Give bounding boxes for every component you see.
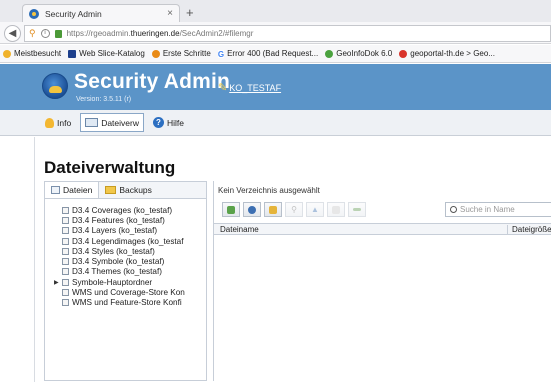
key-icon[interactable]: ⚲ [29, 28, 36, 39]
folder-icon [62, 268, 69, 276]
tree-item[interactable]: D3.4 Styles (ko_testaf) [54, 246, 206, 256]
tree-item[interactable]: D3.4 Layers (ko_testaf) [54, 226, 206, 236]
geoportal-icon [399, 49, 408, 58]
bookmark-web-slice[interactable]: Web Slice-Katalog [68, 49, 145, 58]
bookmark-error-400[interactable]: G Error 400 (Bad Request... [217, 49, 318, 59]
download-button[interactable] [327, 202, 345, 217]
browser-tab[interactable]: Security Admin × [22, 4, 180, 22]
security-admin-logo-icon [42, 73, 68, 99]
settings-button[interactable] [243, 202, 261, 217]
search-box[interactable] [445, 202, 551, 217]
security-admin-favicon-icon [29, 8, 39, 19]
firststeps-icon [151, 49, 160, 58]
tab-dateien[interactable]: Dateien [45, 182, 100, 198]
tree-item[interactable]: WMS und Coverage-Store Kon [54, 287, 206, 297]
lock-icon[interactable] [54, 29, 62, 38]
browser-navbar: ◀ ⚲ i https://rgeoadmin.thueringen.de/Se… [0, 22, 551, 44]
column-dateiname[interactable]: Dateiname [220, 225, 259, 234]
tree-item[interactable]: D3.4 Symbole (ko_testaf) [54, 256, 206, 266]
folder-icon [62, 258, 69, 266]
delete-button[interactable] [348, 202, 366, 217]
tree-item[interactable]: D3.4 Features (ko_testaf) [54, 215, 206, 225]
app-version: Version: 3.5.11 (r) [76, 96, 132, 103]
file-toolbar: ⚲ ▲ [222, 202, 366, 217]
file-tree-panel: Dateien Backups D3.4 Coverages (ko_testa… [44, 181, 207, 381]
bookmark-geoinfodok[interactable]: GeoInfoDok 6.0 [325, 49, 392, 58]
folder-icon [62, 247, 69, 255]
pin-icon: ⚲ [291, 205, 297, 214]
tab-hilfe[interactable]: ? Hilfe [148, 113, 189, 132]
bookmark-meistbesucht[interactable]: Meistbesucht [3, 49, 61, 58]
bookmarks-bar: Meistbesucht Web Slice-Katalog Erste Sch… [0, 45, 551, 63]
search-icon [450, 206, 457, 213]
star-icon [3, 49, 11, 58]
expand-arrow-icon[interactable]: ▶ [54, 279, 62, 286]
browser-tab-title: Security Admin [45, 8, 102, 19]
app-title: Security Admin [74, 70, 231, 93]
backup-icon [105, 186, 117, 194]
tab-info[interactable]: Info [40, 113, 76, 132]
page-title: Dateiverwaltung [44, 158, 176, 177]
tree-item[interactable]: D3.4 Legendimages (ko_testaf [54, 236, 206, 246]
search-input[interactable] [460, 205, 550, 214]
file-tree-tabs: Dateien Backups [45, 182, 206, 199]
bookmark-erste-schritte[interactable]: Erste Schritte [151, 49, 211, 58]
webslice-icon [68, 49, 77, 58]
refresh-button[interactable] [222, 202, 240, 217]
refresh-icon [227, 205, 235, 214]
browser-tabstrip: Security Admin × + [0, 0, 551, 22]
url-bar[interactable]: ⚲ i https://rgeoadmin.thueringen.de/SecA… [24, 25, 551, 42]
file-list-panel: Kein Verzeichnis ausgewählt ⚲ ▲ Dateinam… [213, 181, 551, 381]
pin-button[interactable]: ⚲ [285, 202, 303, 217]
pencil-icon: ✎ [218, 82, 228, 94]
help-icon: ? [152, 117, 164, 128]
app-header: Security Admin Version: 3.5.11 (r) ✎ KO_… [0, 64, 551, 110]
tab-backups[interactable]: Backups [99, 182, 158, 198]
folder-open-icon [269, 205, 277, 214]
folder-icon [62, 299, 69, 307]
user-block: ✎ KO_TESTAF [218, 81, 281, 94]
back-button[interactable]: ◀ [4, 25, 21, 42]
folder-icon [62, 289, 69, 297]
gear-icon [248, 205, 256, 214]
folder-icon [62, 237, 69, 245]
info-icon[interactable]: i [40, 29, 50, 38]
content-area: Dateiverwaltung Dateien Backups D3.4 Cov… [34, 137, 551, 382]
delete-icon [353, 208, 361, 211]
url-text[interactable]: https://rgeoadmin.thueringen.de/SecAdmin… [67, 29, 254, 38]
tree-item[interactable]: D3.4 Themes (ko_testaf) [54, 267, 206, 277]
file-table-header: Dateiname Dateigröße [214, 223, 551, 235]
upload-button[interactable]: ▲ [306, 202, 324, 217]
upload-icon: ▲ [311, 205, 319, 214]
tree-item[interactable]: D3.4 Coverages (ko_testaf) [54, 205, 206, 215]
clock-icon [325, 49, 334, 58]
column-dateigroesse[interactable]: Dateigröße [507, 225, 551, 234]
back-arrow-icon: ◀ [8, 28, 17, 39]
open-folder-button[interactable] [264, 202, 282, 217]
bookmark-geoportal[interactable]: geoportal-th.de > Geo... [399, 49, 495, 58]
files-icon [85, 118, 99, 127]
file-tree: D3.4 Coverages (ko_testaf) D3.4 Features… [45, 199, 206, 308]
tab-dateiverw[interactable]: Dateiverw [80, 113, 144, 132]
tree-item[interactable]: WMS und Feature-Store Konfi [54, 298, 206, 308]
tree-item[interactable]: ▶ Symbole-Hauptordner [54, 277, 206, 287]
bulb-icon [45, 117, 54, 128]
folder-icon [62, 227, 69, 235]
document-icon [51, 186, 60, 194]
new-tab-button[interactable]: + [186, 5, 194, 20]
folder-icon [62, 206, 69, 214]
google-icon: G [217, 49, 225, 59]
download-icon [332, 205, 340, 214]
folder-icon [62, 216, 69, 224]
app-tab-bar: Info Dateiverw ? Hilfe [0, 110, 551, 136]
folder-icon [62, 278, 69, 286]
user-link[interactable]: KO_TESTAF [229, 83, 281, 93]
close-tab-icon[interactable]: × [167, 8, 173, 19]
status-text: Kein Verzeichnis ausgewählt [218, 186, 320, 195]
